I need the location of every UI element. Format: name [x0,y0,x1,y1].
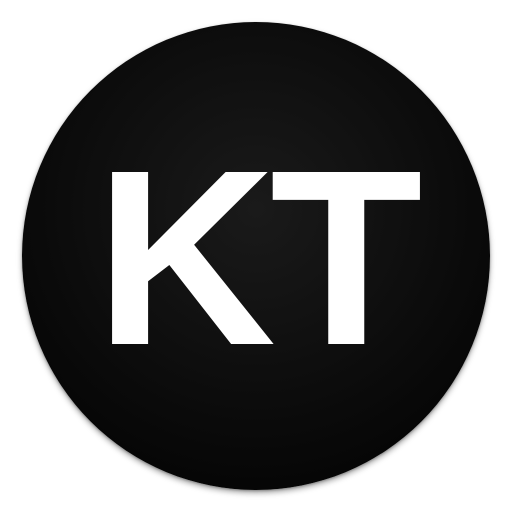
app-icon[interactable]: KT [22,22,490,490]
icon-monogram: KT [95,118,422,397]
canvas: KT [0,0,512,512]
